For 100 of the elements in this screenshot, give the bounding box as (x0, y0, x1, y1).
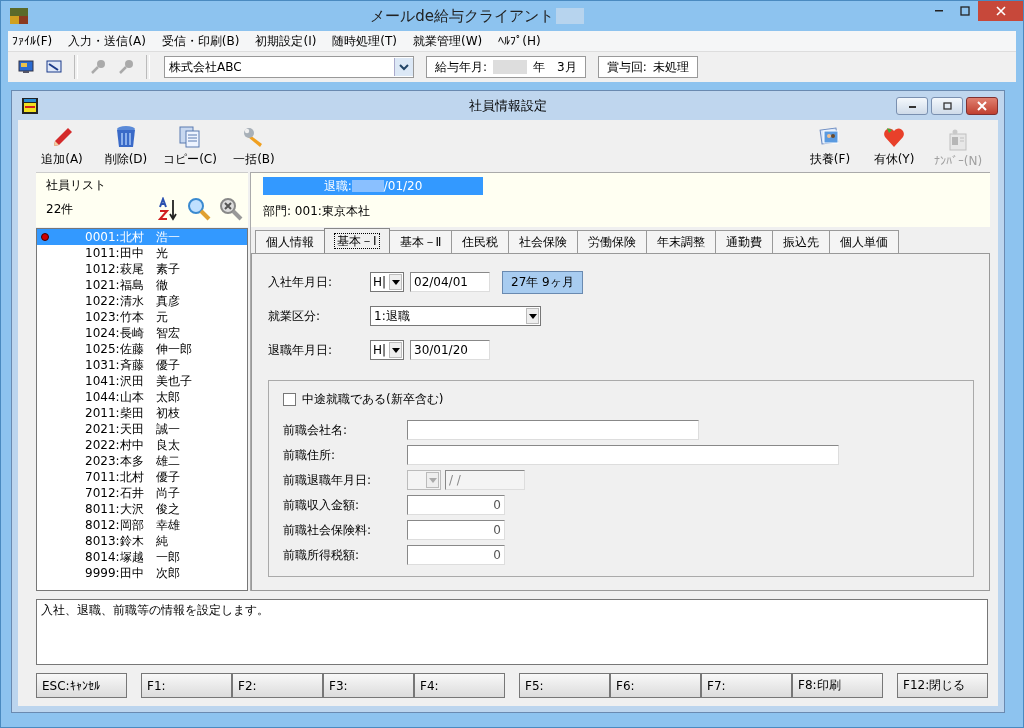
dropdown-arrow-icon (391, 279, 400, 285)
company-dropdown[interactable]: 株式会社ABC (164, 56, 414, 78)
redacted-block (493, 60, 528, 74)
minimize-button[interactable] (896, 96, 928, 115)
employee-list-item[interactable]: 8013:鈴木 純 (37, 533, 247, 549)
tab[interactable]: 基本－Ⅱ (388, 230, 453, 253)
employee-list-item[interactable]: 1012:萩尾 素子 (37, 261, 247, 277)
app-logo-icon (22, 97, 38, 114)
era-dropdown[interactable] (407, 470, 441, 490)
amount-field[interactable]: 0 (407, 545, 505, 565)
toolbar-button[interactable]: 追加(A) (30, 120, 94, 172)
employee-list-item[interactable]: 8011:大沢 俊之 (37, 501, 247, 517)
search-icon[interactable] (186, 196, 212, 222)
checkbox-label: 中途就職である(新卒含む) (302, 391, 444, 408)
tab[interactable]: 個人情報 (255, 230, 325, 253)
text-field[interactable] (407, 445, 839, 465)
employee-list-item[interactable]: 1022:清水 真彦 (37, 293, 247, 309)
toolbar-button[interactable]: コピー(C) (158, 120, 222, 172)
date-field[interactable]: 30/01/20 (410, 340, 490, 360)
menu-item[interactable]: ﾌｧｲﾙ(F) (12, 34, 53, 48)
checkbox[interactable] (283, 393, 296, 406)
close-icon (995, 6, 1006, 16)
id-card-icon (946, 128, 970, 152)
tab[interactable]: 年末調整 (646, 230, 717, 253)
redacted-block (351, 180, 384, 192)
menu-item[interactable]: 受信・印刷(B) (161, 32, 240, 50)
employee-list-item[interactable]: 1031:斉藤 優子 (37, 357, 247, 373)
restore-icon (942, 100, 952, 111)
employee-list-item[interactable]: 8014:塚越 一郎 (37, 549, 247, 565)
employee-list-item[interactable]: 1041:沢田 美也子 (37, 373, 247, 389)
employee-list-item[interactable]: 1044:山本 太郎 (37, 389, 247, 405)
employee-list-item[interactable]: 8012:岡部 幸雄 (37, 517, 247, 533)
function-key-button[interactable]: F8:印刷 (792, 673, 883, 698)
function-key-button[interactable]: F4: (414, 673, 505, 698)
function-key-button[interactable]: F2: (232, 673, 323, 698)
function-key-button[interactable]: F5: (519, 673, 610, 698)
function-key-button[interactable]: F7: (701, 673, 792, 698)
employment-type-dropdown[interactable]: 1:退職 (370, 306, 541, 326)
employee-list-item[interactable]: 9999:田中 次郎 (37, 565, 247, 581)
banner-date: /01/20 (383, 179, 423, 193)
employee-list-item[interactable]: 1021:福島 徹 (37, 277, 247, 293)
tab[interactable]: 労働保険 (577, 230, 648, 253)
field-label: 前職社会保険料: (283, 521, 373, 539)
toolbar-button[interactable]: 扶養(F) (798, 120, 862, 172)
employee-list-item[interactable]: 1023:竹本 元 (37, 309, 247, 325)
date-field[interactable]: 02/04/01 (410, 272, 490, 292)
tab[interactable]: 住民税 (451, 230, 510, 253)
employee-list-item[interactable]: 1024:長崎 智宏 (37, 325, 247, 341)
tab[interactable]: 基本－Ⅰ (324, 228, 390, 253)
clear-search-icon[interactable] (218, 196, 244, 222)
employee-list-item[interactable]: 2023:本多 雄二 (37, 453, 247, 469)
menu-item[interactable]: 初期設定(I) (255, 32, 317, 50)
amount-field[interactable]: 0 (407, 520, 505, 540)
menu-item[interactable]: 就業管理(W) (413, 32, 483, 50)
pay-month-value: 年 3月 (533, 58, 577, 76)
banner-label: 退職: (323, 177, 352, 195)
tab[interactable]: 個人単価 (829, 230, 900, 253)
chevron-down-icon (399, 63, 409, 71)
trash-can-icon (115, 125, 137, 149)
employee-list-item[interactable]: 7012:石井 尚子 (37, 485, 247, 501)
employee-list-item[interactable]: 1011:田中 光 (37, 245, 247, 261)
list-title: 社員リスト (46, 178, 106, 192)
sort-icon[interactable] (158, 197, 180, 221)
close-button[interactable] (966, 96, 998, 115)
toolbar-button[interactable]: 有休(Y) (862, 120, 926, 172)
toolbar-button[interactable]: 一括(B) (222, 120, 286, 172)
function-key-button[interactable]: F6: (610, 673, 701, 698)
function-key-button[interactable]: F1: (141, 673, 232, 698)
tab[interactable]: 振込先 (772, 230, 831, 253)
function-key-button[interactable]: ESC:ｷｬﾝｾﾙ (36, 673, 127, 698)
employee-list-item[interactable]: 7011:北村 優子 (37, 469, 247, 485)
message-box: 入社、退職、前職等の情報を設定します。 (36, 599, 988, 665)
window-title: メールde給与クライアント (370, 6, 554, 26)
menu-item[interactable]: ﾍﾙﾌﾟ(H) (498, 34, 541, 48)
text-field[interactable] (407, 420, 699, 440)
employee-list-item[interactable]: 2021:天田 誠一 (37, 421, 247, 437)
bonus-value: 未処理 (652, 58, 689, 76)
function-key-button[interactable]: F12:閉じる (897, 673, 988, 698)
tab[interactable]: 社会保険 (508, 230, 579, 253)
field-label: 前職収入金額: (283, 496, 361, 514)
amount-field[interactable]: 0 (407, 495, 505, 515)
menu-item[interactable]: 随時処理(T) (332, 32, 398, 50)
era-dropdown[interactable]: H| (370, 340, 404, 360)
toolbar-button[interactable]: 削除(D) (94, 120, 158, 172)
redacted-block (555, 8, 584, 24)
era-dropdown[interactable]: H| (370, 272, 404, 292)
dropdown-arrow-icon (428, 477, 437, 483)
employee-list-item[interactable]: 1025:佐藤 伸一郎 (37, 341, 247, 357)
field-label: 前職所得税額: (283, 546, 361, 564)
employee-list-item[interactable]: 2011:柴田 初枝 (37, 405, 247, 421)
restore-button[interactable] (931, 96, 963, 115)
tab[interactable]: 通勤費 (715, 230, 774, 253)
documents-icon (178, 125, 202, 149)
close-icon (977, 100, 987, 111)
app-logo-icon (10, 8, 28, 24)
function-key-button[interactable]: F3: (323, 673, 414, 698)
menu-item[interactable]: 入力・送信(A) (68, 32, 146, 50)
employee-list-item[interactable]: 2022:村中 良太 (37, 437, 247, 453)
dropdown-arrow-icon (391, 347, 400, 353)
field-label: 入社年月日: (268, 273, 334, 291)
